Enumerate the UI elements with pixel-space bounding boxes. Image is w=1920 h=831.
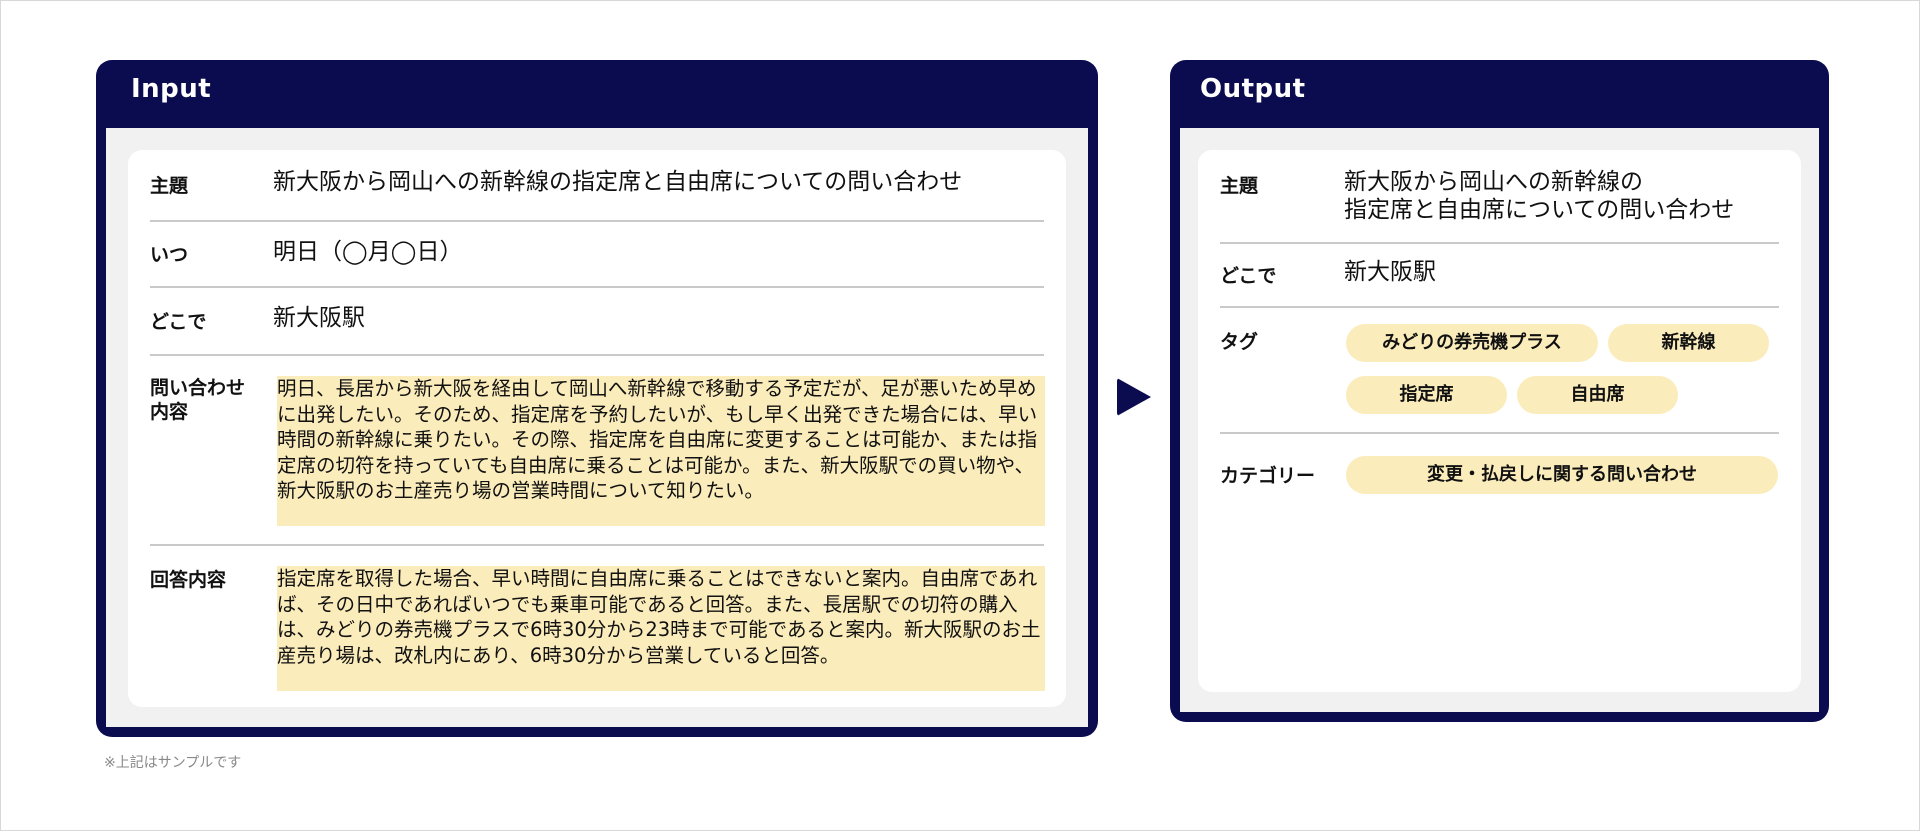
input-panel-body: 主題 新大阪から岡山への新幹線の指定席と自由席についての問い合わせ いつ 明日（… <box>106 128 1088 727</box>
input-card: 主題 新大阪から岡山への新幹線の指定席と自由席についての問い合わせ いつ 明日（… <box>128 150 1066 707</box>
output-row-tags: タグ みどりの券売機プラス 新幹線 指定席 自由席 <box>1220 308 1779 434</box>
output-where-label: どこで <box>1220 265 1277 287</box>
input-row-answer: 回答内容 指定席を取得した場合、早い時間に自由席に乗ることはできないと案内。自由… <box>150 546 1045 707</box>
output-card: 主題 新大阪から岡山への新幹線の 指定席と自由席についての問い合わせ どこで 新… <box>1198 150 1801 692</box>
input-answer-value: 指定席を取得した場合、早い時間に自由席に乗ることはできないと案内。自由席であれば… <box>277 566 1045 691</box>
output-panel: Output 主題 新大阪から岡山への新幹線の 指定席と自由席についての問い合わ… <box>1170 60 1829 722</box>
output-subject-value-line2: 指定席と自由席についての問い合わせ <box>1344 197 1735 223</box>
tag-chip: 指定席 <box>1346 376 1507 414</box>
tag-chip: みどりの券売機プラス <box>1346 324 1598 362</box>
input-subject-label: 主題 <box>150 175 189 197</box>
output-category-label: カテゴリー <box>1220 465 1316 487</box>
tag-chip: 新幹線 <box>1608 324 1769 362</box>
input-row-inquiry: 問い合わせ 内容 明日、長居から新大阪を経由して岡山へ新幹線で移動する予定だが、… <box>150 356 1045 546</box>
output-row-subject: 主題 新大阪から岡山への新幹線の 指定席と自由席についての問い合わせ <box>1220 150 1779 244</box>
tag-chip: 自由席 <box>1517 376 1678 414</box>
input-where-label: どこで <box>150 311 207 333</box>
output-panel-title: Output <box>1200 74 1306 104</box>
category-chip: 変更・払戻しに関する問い合わせ <box>1346 456 1778 494</box>
output-row-category: カテゴリー 変更・払戻しに関する問い合わせ <box>1220 434 1779 514</box>
input-when-value: 明日（◯月◯日） <box>273 239 463 265</box>
footnote: ※上記はサンプルです <box>104 755 242 771</box>
output-tags-label: タグ <box>1220 331 1259 353</box>
input-inquiry-label-line2: 内容 <box>150 401 189 423</box>
input-inquiry-value: 明日、長居から新大阪を経由して岡山へ新幹線で移動する予定だが、足が悪いため早めに… <box>277 376 1045 526</box>
input-inquiry-label: 問い合わせ 内容 <box>150 376 245 424</box>
output-where-value: 新大阪駅 <box>1344 259 1436 285</box>
output-subject-value-line1: 新大阪から岡山への新幹線の <box>1344 169 1643 195</box>
input-answer-label: 回答内容 <box>150 569 227 591</box>
input-inquiry-label-line1: 問い合わせ <box>150 377 246 399</box>
output-subject-value: 新大阪から岡山への新幹線の 指定席と自由席についての問い合わせ <box>1344 168 1734 224</box>
input-row-when: いつ 明日（◯月◯日） <box>150 222 1044 288</box>
input-row-where: どこで 新大阪駅 <box>150 288 1044 356</box>
input-where-value: 新大阪駅 <box>273 305 365 331</box>
output-panel-body: 主題 新大阪から岡山への新幹線の 指定席と自由席についての問い合わせ どこで 新… <box>1180 128 1819 712</box>
input-row-subject: 主題 新大阪から岡山への新幹線の指定席と自由席についての問い合わせ <box>150 150 1044 222</box>
input-panel: Input 主題 新大阪から岡山への新幹線の指定席と自由席についての問い合わせ … <box>96 60 1098 737</box>
flow-arrow-icon <box>1117 378 1151 416</box>
input-subject-value: 新大阪から岡山への新幹線の指定席と自由席についての問い合わせ <box>273 169 963 195</box>
output-subject-label: 主題 <box>1220 175 1259 197</box>
input-when-label: いつ <box>150 244 189 266</box>
output-row-where: どこで 新大阪駅 <box>1220 244 1779 308</box>
input-panel-title: Input <box>131 74 212 104</box>
